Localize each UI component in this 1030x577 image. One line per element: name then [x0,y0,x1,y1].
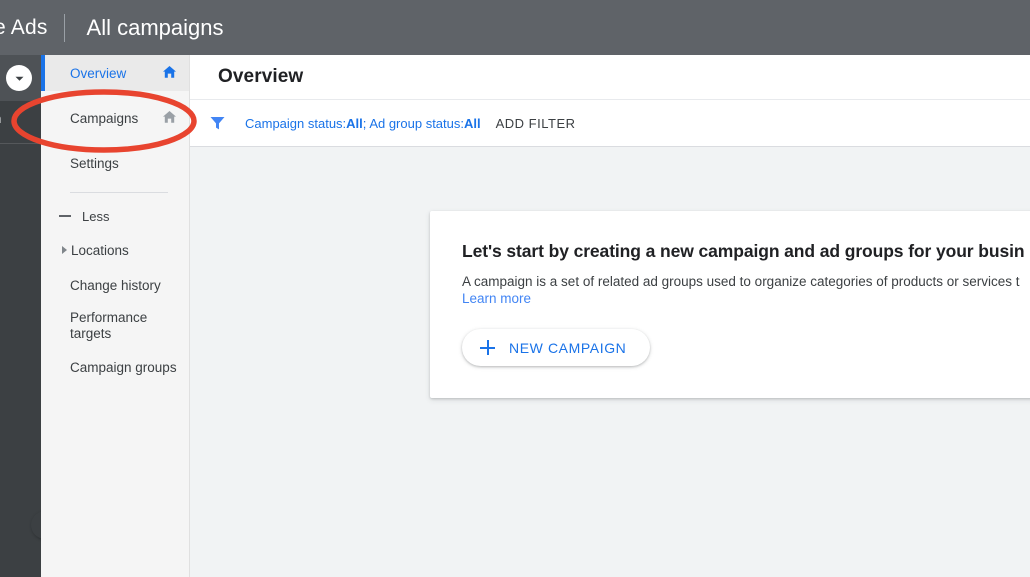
sidebar-item-settings-label: Settings [70,155,119,171]
empty-state-title: Let's start by creating a new campaign a… [462,241,1025,261]
account-rail: len [0,55,59,577]
learn-more-link[interactable]: Learn more [462,290,1030,307]
rail-divider [0,143,41,144]
sidebar-item-overview-label: Overview [70,65,127,81]
caret-right-icon [62,246,67,254]
secondary-sidebar: Overview Campaigns Settings Less Locatio… [41,55,190,577]
campaign-status-value: All [346,115,363,131]
sidebar-less-toggle[interactable]: Less [41,199,189,233]
sidebar-item-campaign-groups[interactable]: Campaign groups [41,349,189,385]
sidebar-less-label: Less [82,208,110,224]
add-filter-button[interactable]: ADD FILTER [496,116,576,131]
header-page-title: All campaigns [86,14,224,40]
account-rail-header [0,55,41,101]
sidebar-item-performance-targets-label: Performance targets [70,310,148,341]
sidebar-item-change-history[interactable]: Change history [41,267,189,303]
ad-group-status-value: All [464,115,481,131]
content-header: Overview [190,55,1030,100]
sidebar-item-campaign-groups-label: Campaign groups [70,359,177,375]
sidebar-item-locations-label: Locations [71,242,129,258]
campaign-status-label: Campaign status: [245,115,347,131]
sidebar-item-locations[interactable]: Locations [41,233,189,267]
home-icon[interactable] [162,65,177,82]
page-title: Overview [218,66,304,87]
ad-group-status-label: Ad group status: [366,115,464,131]
empty-state-card: Let's start by creating a new campaign a… [430,211,1030,398]
sidebar-item-settings[interactable]: Settings [41,145,189,181]
app-screen: e Ads All campaigns len Overview [0,0,1030,577]
home-icon[interactable] [162,110,177,127]
plus-icon [480,340,495,355]
top-header-bar: e Ads All campaigns [0,0,1030,55]
sidebar-gap-2 [41,136,189,145]
sidebar-item-performance-targets[interactable]: Performance targets [41,303,189,349]
active-filter-chip[interactable]: Campaign status:All; Ad group status:All [245,116,481,131]
brand-logo-text: e Ads [0,15,48,39]
minus-icon [59,215,71,217]
sidebar-item-change-history-label: Change history [70,277,161,293]
account-switcher-button[interactable] [6,65,32,91]
sidebar-item-campaigns-label: Campaigns [70,110,139,126]
sidebar-item-overview[interactable]: Overview [41,55,189,91]
new-campaign-button[interactable]: NEW CAMPAIGN [462,329,651,366]
chevron-down-icon [15,76,23,81]
account-name-label: len [0,111,41,126]
header-divider [63,13,65,42]
sidebar-gap-1 [41,91,189,100]
sidebar-item-campaigns[interactable]: Campaigns [41,100,189,136]
sidebar-divider [70,192,168,193]
main-content: Overview Campaign status:All; Ad group s… [190,55,1030,577]
filter-funnel-icon[interactable] [209,115,226,132]
new-campaign-button-label: NEW CAMPAIGN [509,339,627,356]
filter-bar: Campaign status:All; Ad group status:All… [190,100,1030,147]
empty-state-description: A campaign is a set of related ad groups… [462,274,1020,289]
